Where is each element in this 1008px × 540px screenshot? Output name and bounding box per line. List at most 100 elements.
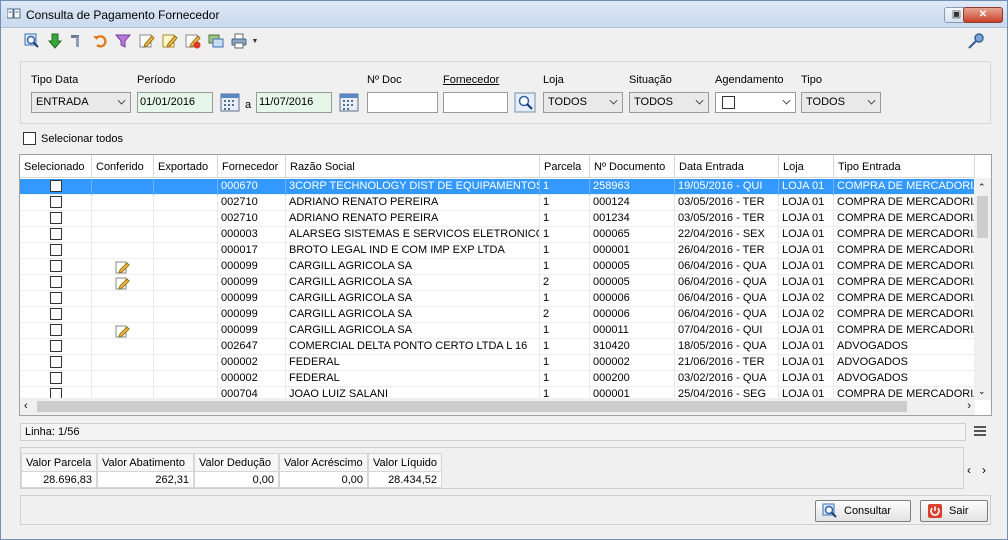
totals-next-icon[interactable]: ›: [982, 463, 986, 477]
table-row[interactable]: 002647 COMERCIAL DELTA PONTO CERTO LTDA L…: [20, 339, 975, 355]
table-row[interactable]: 000003 ALARSEG SISTEMAS E SERVICOS ELETRO…: [20, 227, 975, 243]
scroll-down-icon[interactable]: ⌄: [978, 386, 986, 397]
cell-data: 06/04/2016 - QUA: [675, 259, 779, 275]
table-row[interactable]: 002710 ADRIANO RENATO PEREIRA 1 001234 03/05…: [20, 211, 975, 227]
agendamento-select[interactable]: [715, 92, 796, 113]
calendar-from-icon[interactable]: [220, 93, 240, 112]
row-select-checkbox[interactable]: [50, 372, 62, 384]
cell-selecionado: [20, 195, 92, 211]
scroll-up-icon[interactable]: ⌃: [978, 182, 986, 193]
row-select-checkbox[interactable]: [50, 180, 62, 192]
cell-selecionado: [20, 243, 92, 259]
total-value: 0,00: [194, 471, 279, 488]
vertical-scrollbar[interactable]: ⌃ ⌄: [974, 178, 991, 400]
search-tool-button[interactable]: [23, 32, 41, 50]
table-row[interactable]: 000099 CARGILL AGRICOLA SA 2 000005 06/04/20…: [20, 275, 975, 291]
table-row[interactable]: 000099 CARGILL AGRICOLA SA 1 000005 06/04/20…: [20, 259, 975, 275]
col-n-documento[interactable]: Nº Documento: [590, 155, 675, 178]
col-razao-social[interactable]: Razão Social: [286, 155, 540, 178]
agendamento-checkbox[interactable]: [722, 96, 735, 109]
table-row[interactable]: 000099 CARGILL AGRICOLA SA 1 000006 06/04/20…: [20, 291, 975, 307]
cancel-edit-button[interactable]: [184, 32, 202, 50]
horizontal-scrollbar[interactable]: ‹ ›: [20, 398, 975, 415]
table-row[interactable]: 000002 FEDERAL 1 000002 21/06/2016 - TER LOJA…: [20, 355, 975, 371]
row-select-checkbox[interactable]: [50, 276, 62, 288]
cell-parcela: 1: [540, 227, 590, 243]
row-select-checkbox[interactable]: [50, 340, 62, 352]
cell-tipo: COMPRA DE MERCADORIAS: [834, 307, 975, 323]
periodo-to-input[interactable]: 11/07/2016: [256, 92, 332, 113]
select-all-checkbox[interactable]: [23, 132, 36, 145]
row-select-checkbox[interactable]: [50, 292, 62, 304]
table-row[interactable]: 002710 ADRIANO RENATO PEREIRA 1 000124 03/05…: [20, 195, 975, 211]
tipo-select[interactable]: TODOS: [801, 92, 881, 113]
calendar-to-icon[interactable]: [339, 93, 359, 112]
cell-data: 22/04/2016 - SEX: [675, 227, 779, 243]
undo-button[interactable]: [91, 32, 109, 50]
key-button[interactable]: [967, 32, 985, 50]
menu-icon[interactable]: [973, 425, 987, 437]
row-select-checkbox[interactable]: [50, 196, 62, 208]
col-parcela[interactable]: Parcela: [540, 155, 590, 178]
fornecedor-label[interactable]: Fornecedor: [443, 74, 499, 86]
note-edit-icon: [115, 325, 130, 338]
periodo-from-input[interactable]: 01/01/2016: [137, 92, 213, 113]
totals-prev-icon[interactable]: ‹: [967, 463, 971, 477]
loja-select[interactable]: TODOS: [543, 92, 623, 113]
row-select-checkbox[interactable]: [50, 260, 62, 272]
col-tipo-entrada[interactable]: Tipo Entrada: [834, 155, 975, 178]
download-button[interactable]: [46, 32, 64, 50]
cell-loja: LOJA 01: [779, 323, 834, 339]
row-select-checkbox[interactable]: [50, 212, 62, 224]
payments-grid: Selecionado Conferido Exportado Forneced…: [19, 154, 992, 416]
situacao-select[interactable]: TODOS: [629, 92, 709, 113]
grid-header: Selecionado Conferido Exportado Forneced…: [20, 155, 975, 178]
fornecedor-input[interactable]: [443, 92, 508, 113]
filter-button[interactable]: [114, 32, 132, 50]
print-button[interactable]: [230, 32, 248, 50]
consultar-button[interactable]: Consultar: [815, 500, 911, 522]
table-row[interactable]: 000099 CARGILL AGRICOLA SA 2 000006 06/04/20…: [20, 307, 975, 323]
cell-loja: LOJA 01: [779, 243, 834, 259]
table-row[interactable]: 000099 CARGILL AGRICOLA SA 1 000011 07/04/20…: [20, 323, 975, 339]
tipo-value: TODOS: [806, 96, 845, 108]
row-select-checkbox[interactable]: [50, 244, 62, 256]
row-select-checkbox[interactable]: [50, 356, 62, 368]
select-all[interactable]: Selecionar todos: [23, 132, 123, 145]
table-row[interactable]: 000017 BROTO LEGAL IND E COM IMP EXP LTDA…: [20, 243, 975, 259]
n-doc-input[interactable]: [367, 92, 438, 113]
col-fornecedor[interactable]: Fornecedor: [218, 155, 286, 178]
edit-button[interactable]: [138, 32, 156, 50]
note-edit-icon: [115, 261, 130, 274]
copy-button[interactable]: [207, 32, 225, 50]
tipo-data-select[interactable]: ENTRADA: [31, 92, 131, 113]
vertical-scroll-thumb[interactable]: [977, 196, 988, 238]
row-select-checkbox[interactable]: [50, 324, 62, 336]
scroll-left-icon[interactable]: ‹: [24, 400, 28, 412]
scroll-right-icon[interactable]: ›: [967, 400, 971, 412]
close-button[interactable]: ✕: [963, 7, 1003, 23]
fornecedor-search-button[interactable]: [514, 92, 536, 113]
cell-razao: ADRIANO RENATO PEREIRA: [286, 195, 540, 211]
table-row[interactable]: 000002 FEDERAL 1 000200 03/02/2016 - QUA LOJA…: [20, 371, 975, 387]
col-conferido[interactable]: Conferido: [92, 155, 154, 178]
table-row[interactable]: 000670 3CORP TECHNOLOGY DIST DE EQUIPAMEN…: [20, 179, 975, 195]
check-edit-button[interactable]: [161, 32, 179, 50]
cell-fornecedor: 000099: [218, 259, 286, 275]
settings-tool-button[interactable]: [68, 32, 86, 50]
cell-exportado: [154, 211, 218, 227]
cell-loja: LOJA 02: [779, 307, 834, 323]
cell-selecionado: [20, 323, 92, 339]
cell-razao: BROTO LEGAL IND E COM IMP EXP LTDA: [286, 243, 540, 259]
total-value: 0,00: [279, 471, 368, 488]
sair-button[interactable]: Sair: [920, 500, 988, 522]
col-loja[interactable]: Loja: [779, 155, 834, 178]
col-data-entrada[interactable]: Data Entrada: [675, 155, 779, 178]
horizontal-scroll-thumb[interactable]: [37, 401, 907, 412]
cell-doc: 258963: [590, 179, 675, 195]
row-select-checkbox[interactable]: [50, 308, 62, 320]
row-select-checkbox[interactable]: [50, 228, 62, 240]
print-dropdown-button[interactable]: ▼: [250, 32, 260, 50]
col-selecionado[interactable]: Selecionado: [20, 155, 92, 178]
col-exportado[interactable]: Exportado: [154, 155, 218, 178]
